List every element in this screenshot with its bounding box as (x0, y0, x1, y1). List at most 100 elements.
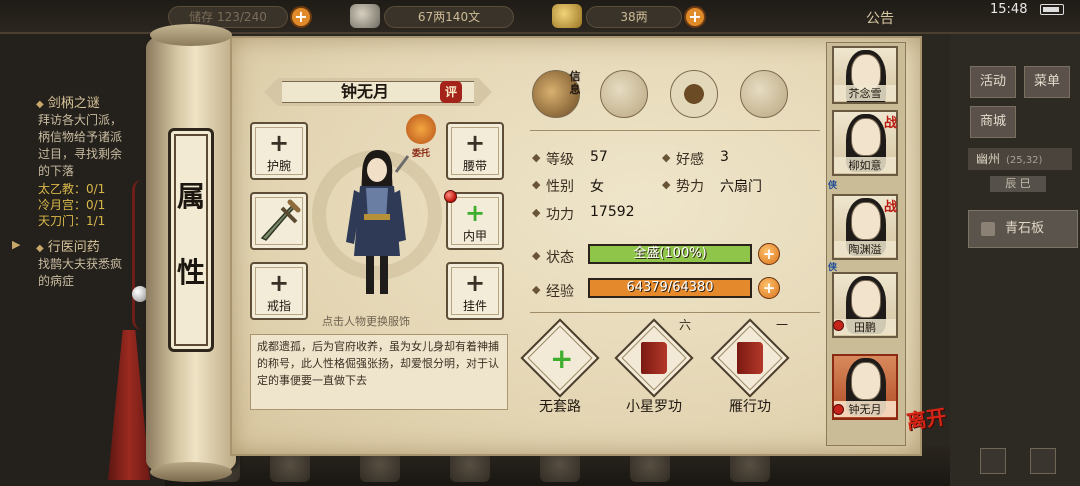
slot-pendant[interactable]: + 挂件 (446, 262, 504, 320)
avatar-face (851, 280, 881, 318)
bottom-right-button[interactable] (980, 448, 1006, 474)
plus-icon: + (269, 269, 290, 297)
stats-divider (530, 130, 820, 131)
quest-count: 天刀门：1/1 (38, 214, 106, 228)
power-label: 功力 (546, 207, 574, 223)
quest-line: 过目，寻找剩余 (38, 147, 123, 161)
storage-add-button[interactable]: + (290, 6, 312, 28)
evaluate-button[interactable]: 评 (440, 81, 462, 103)
location-display: 幽州 (25,32) (968, 148, 1072, 170)
plus-icon: + (465, 129, 486, 157)
bottom-right-button[interactable] (1030, 448, 1056, 474)
notification-dot (833, 320, 844, 331)
bullet-icon: ◆ (532, 178, 541, 191)
exp-bar: 64379/64380 (588, 278, 752, 298)
scroll-cap-bottom (150, 462, 232, 482)
copper-amount: 67两140文 (384, 6, 514, 28)
commission-label[interactable]: 委托 (404, 146, 438, 159)
party-member-name: 陶渊溢 (834, 241, 896, 257)
slot-label: 腰带 (462, 159, 487, 173)
right-side-hud (950, 34, 1080, 486)
notification-dot (444, 190, 457, 203)
gender-value: 女 (590, 179, 604, 195)
copper-coin-icon (350, 4, 380, 28)
party-member-name: 芥念雪 (834, 85, 896, 101)
affinity-value: 3 (720, 149, 729, 165)
faction-value: 六扇门 (720, 179, 762, 195)
storage-label: 储存 (189, 10, 214, 24)
battle-tag: 战 (884, 200, 898, 215)
slot-weapon[interactable] (250, 192, 308, 250)
slot-belt[interactable]: + 腰带 (446, 122, 504, 180)
scroll-cap-top (150, 24, 232, 46)
quest-item-box[interactable]: 青石板 (968, 210, 1078, 248)
silver-amount: 38两 (586, 6, 682, 28)
party-member-name: 柳如意 (834, 157, 896, 173)
level-label: 等级 (546, 152, 574, 168)
bullet-icon: ◆ (532, 151, 541, 164)
bullet-icon: ◆ (662, 178, 671, 191)
commission-icon[interactable] (406, 114, 436, 144)
faction-label: 势力 (676, 179, 704, 195)
menu-button[interactable]: 菜单 (1024, 66, 1070, 98)
party-member[interactable]: 芥念雪 (832, 46, 898, 104)
info-tag: 信息 (569, 70, 581, 96)
slot-label: 挂件 (462, 299, 487, 313)
character-figure[interactable] (336, 146, 416, 306)
time-of-day-chip: 辰 巳 (990, 176, 1046, 192)
affinity-label: 好感 (676, 152, 704, 168)
quest-title-1[interactable]: 剑柄之谜 (36, 92, 100, 111)
bullet-icon: ◆ (532, 249, 541, 262)
location-coords: (25,32) (1006, 155, 1043, 166)
notification-dot (833, 404, 844, 415)
silver-add-button[interactable]: + (684, 6, 706, 28)
power-value: 17592 (590, 204, 635, 220)
exp-label: 经验 (546, 284, 574, 300)
character-description: 成都遗孤，后为官府收养，虽为女儿身却有着神捕的称号，此人性格倔强张扬，却爱恨分明… (250, 334, 508, 410)
plus-icon: + (465, 199, 486, 227)
skill-level: 一 (776, 318, 789, 332)
plaque-char-2: 性 (176, 256, 205, 289)
status-add-button[interactable]: + (758, 243, 780, 265)
leave-button[interactable]: 离开 (903, 404, 953, 457)
sword-icon (260, 199, 301, 241)
quest-line: 的下落 (38, 164, 75, 178)
slot-wrist[interactable]: + 护腕 (250, 122, 308, 180)
plaque-char-1: 属 (176, 180, 205, 213)
skill-name: 无套路 (539, 399, 581, 415)
location-name: 幽州 (976, 152, 1001, 166)
status-bar: 全盛(100%) (588, 244, 752, 264)
quest-line: 拜访各大门派， (38, 113, 123, 127)
skill-level: 六 (679, 318, 692, 332)
quest-title-2[interactable]: 行医问药 (36, 236, 100, 255)
skill-name: 小星罗功 (626, 399, 682, 415)
bullet-icon: ◆ (532, 283, 541, 296)
quest-count: 冷月宫：0/1 (38, 198, 106, 212)
bagua-icon[interactable] (670, 70, 718, 118)
plus-icon: + (269, 129, 290, 157)
slot-ring[interactable]: + 戒指 (250, 262, 308, 320)
system-time: 15:48 (990, 2, 1028, 17)
tassel-cord (132, 180, 142, 330)
skills-divider (530, 312, 820, 313)
bullet-icon: ◆ (662, 151, 671, 164)
quest-line: 柄信物给予诸派 (38, 130, 123, 144)
avatar-face (851, 118, 881, 156)
slot-label: 内甲 (462, 229, 487, 243)
meridian-body-icon[interactable] (740, 70, 788, 118)
status-bar-text: 全盛(100%) (633, 246, 707, 261)
skill-name: 雁行功 (729, 399, 771, 415)
plus-icon: + (550, 342, 574, 375)
exp-add-button[interactable]: + (758, 277, 780, 299)
avatar-face (851, 362, 881, 400)
announcement-button[interactable]: 公告 (866, 8, 894, 28)
shop-button[interactable]: 商城 (970, 106, 1016, 138)
book-scroll-icon[interactable] (600, 70, 648, 118)
quest-pointer-icon: ▶ (12, 238, 21, 251)
plus-icon: + (465, 269, 486, 297)
battle-tag: 战 (884, 116, 898, 131)
bullet-icon: ◆ (532, 206, 541, 219)
character-name: 钟无月 (340, 82, 389, 101)
activity-button[interactable]: 活动 (970, 66, 1016, 98)
quest-count: 太乙教：0/1 (38, 182, 106, 196)
